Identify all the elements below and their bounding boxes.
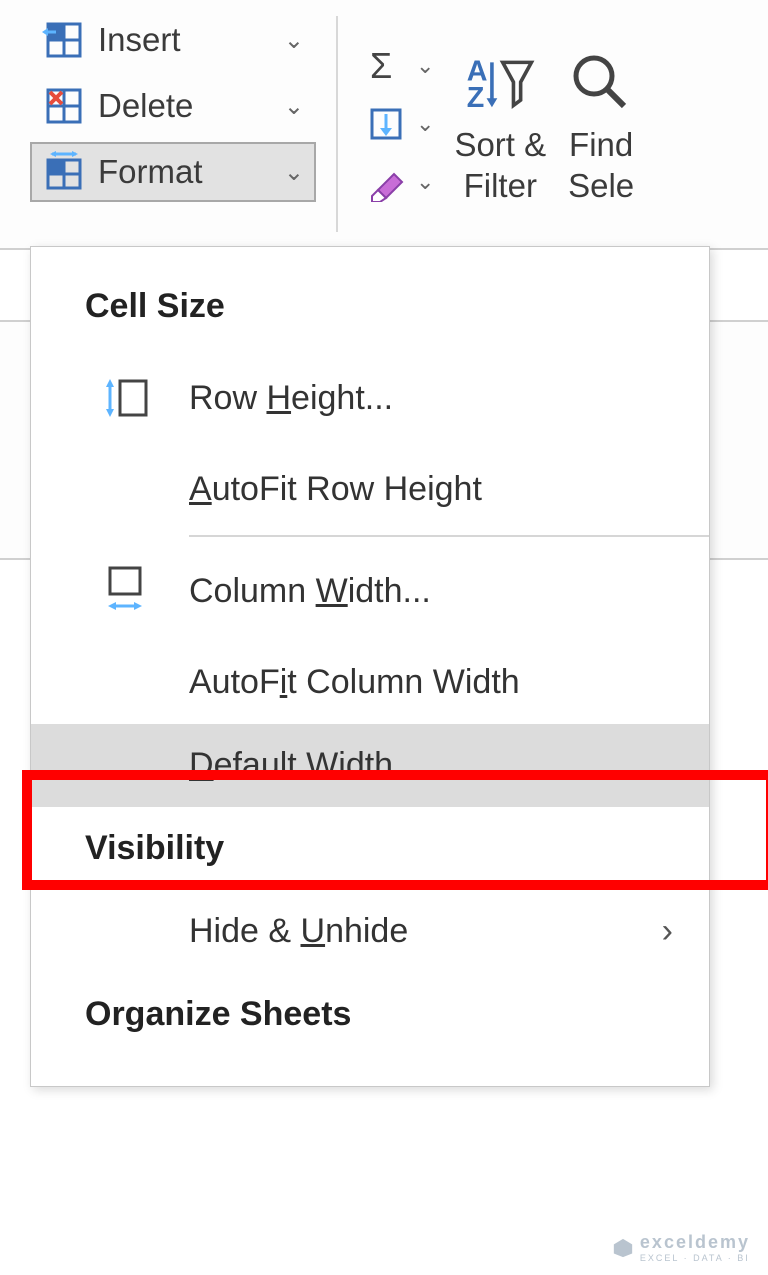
- sigma-icon: Σ: [364, 44, 408, 88]
- svg-text:Σ: Σ: [370, 46, 392, 86]
- autofit-row-height-label: AutoFit Row Height: [189, 470, 679, 509]
- svg-text:Z: Z: [467, 82, 485, 114]
- menu-item-autofit-column-width[interactable]: AutoFit Column Width: [31, 641, 709, 724]
- insert-button[interactable]: Insert ⌄: [30, 10, 316, 70]
- fill-button[interactable]: ⌄: [364, 102, 434, 146]
- watermark-tag: EXCEL · DATA · BI: [640, 1253, 750, 1263]
- sort-filter-label: Sort & Filter: [454, 124, 546, 207]
- autofit-column-width-label: AutoFit Column Width: [189, 663, 679, 702]
- sort-filter-button[interactable]: A Z Sort & Filter: [454, 42, 546, 207]
- chevron-down-icon: ⌄: [284, 158, 304, 187]
- editing-mini-column: Σ ⌄ ⌄: [364, 44, 434, 204]
- submenu-arrow-icon: ›: [662, 912, 673, 951]
- column-width-icon: [97, 563, 153, 619]
- menu-item-autofit-row-height[interactable]: AutoFit Row Height: [31, 448, 709, 531]
- cells-group: Insert ⌄ Delete ⌄: [0, 0, 330, 248]
- find-select-label: Find Sele: [568, 124, 634, 207]
- format-dropdown-menu: Cell Size Row Height... AutoFit Row Heig…: [30, 246, 710, 1087]
- watermark-logo-icon: [612, 1237, 634, 1259]
- row-height-icon: [97, 370, 153, 426]
- autosum-button[interactable]: Σ ⌄: [364, 44, 434, 88]
- watermark-brand: exceldemy: [640, 1232, 750, 1253]
- menu-heading-cell-size: Cell Size: [31, 265, 709, 348]
- chevron-down-icon: ⌄: [284, 26, 304, 55]
- find-select-button[interactable]: Find Sele: [566, 42, 636, 207]
- format-button[interactable]: Format ⌄: [30, 142, 316, 202]
- delete-button[interactable]: Delete ⌄: [30, 76, 316, 136]
- delete-cells-icon: [42, 84, 86, 128]
- editing-group: Σ ⌄ ⌄: [344, 0, 636, 248]
- menu-heading-organize-sheets: Organize Sheets: [31, 973, 709, 1056]
- sort-filter-icon: A Z: [465, 48, 535, 118]
- watermark: exceldemy EXCEL · DATA · BI: [612, 1232, 750, 1263]
- ribbon-separator: [336, 16, 338, 232]
- chevron-down-icon: ⌄: [416, 111, 434, 137]
- chevron-down-icon: ⌄: [284, 92, 304, 121]
- delete-label: Delete: [98, 87, 193, 125]
- find-icon: [566, 48, 636, 118]
- chevron-down-icon: ⌄: [416, 169, 434, 195]
- format-label: Format: [98, 153, 203, 191]
- fill-down-icon: [364, 102, 408, 146]
- format-cells-icon: [42, 150, 86, 194]
- menu-heading-visibility: Visibility: [31, 807, 709, 890]
- ribbon: Insert ⌄ Delete ⌄: [0, 0, 768, 250]
- menu-item-default-width[interactable]: Default Width...: [31, 724, 709, 807]
- menu-separator: [189, 535, 709, 537]
- menu-item-row-height[interactable]: Row Height...: [31, 348, 709, 448]
- row-height-label: Row Height...: [189, 379, 679, 418]
- insert-label: Insert: [98, 21, 181, 59]
- chevron-down-icon: ⌄: [416, 53, 434, 79]
- default-width-label: Default Width...: [189, 746, 679, 785]
- insert-cells-icon: [42, 18, 86, 62]
- clear-button[interactable]: ⌄: [364, 160, 434, 204]
- column-width-label: Column Width...: [189, 572, 679, 611]
- eraser-icon: [364, 160, 408, 204]
- menu-item-column-width[interactable]: Column Width...: [31, 541, 709, 641]
- hide-unhide-label: Hide & Unhide: [189, 912, 626, 951]
- menu-item-hide-unhide[interactable]: Hide & Unhide ›: [31, 890, 709, 973]
